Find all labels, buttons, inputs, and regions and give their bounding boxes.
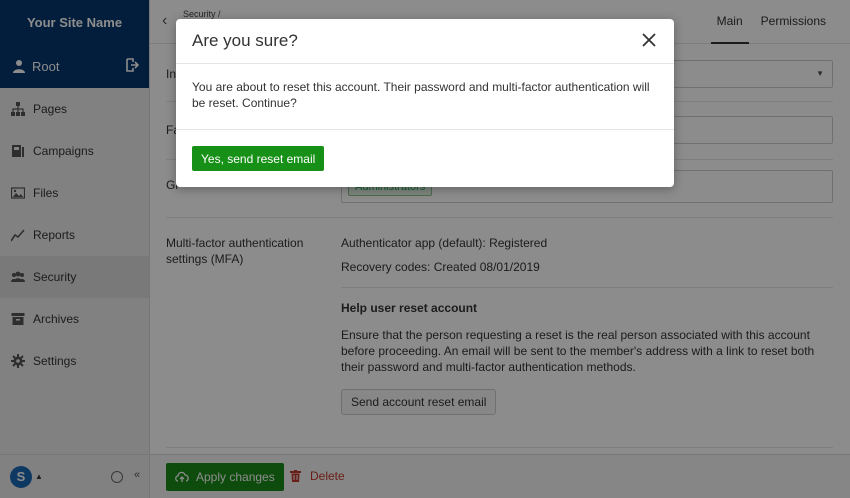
dialog-header: Are you sure? <box>176 19 674 64</box>
confirm-dialog: Are you sure? You are about to reset thi… <box>176 19 674 187</box>
dialog-divider <box>176 129 674 130</box>
confirm-reset-button[interactable]: Yes, send reset email <box>192 146 325 171</box>
dialog-message: You are about to reset this account. The… <box>192 80 650 110</box>
close-icon[interactable] <box>642 33 656 47</box>
dialog-title: Are you sure? <box>192 31 298 50</box>
